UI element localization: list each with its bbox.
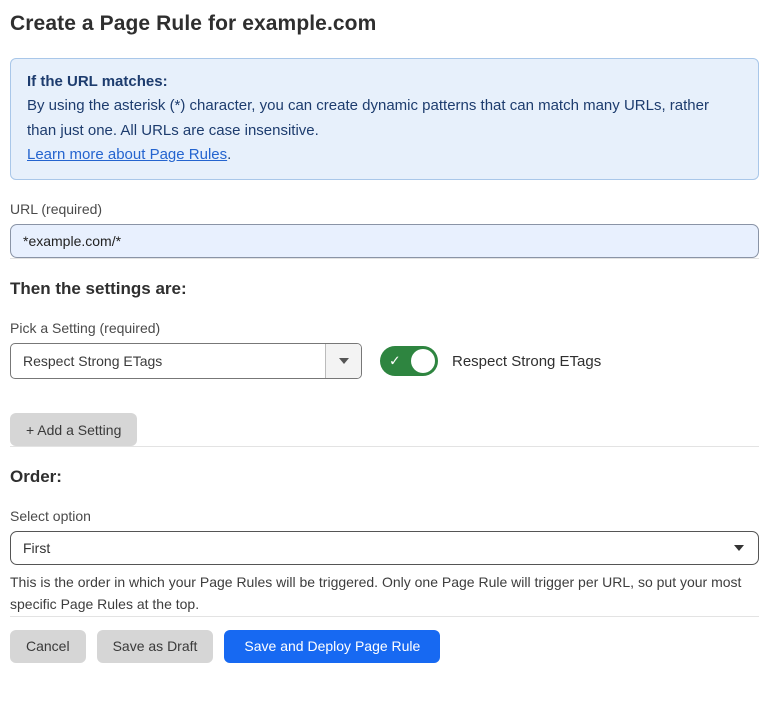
setting-select[interactable]: Respect Strong ETags xyxy=(10,343,362,379)
footer-actions: Cancel Save as Draft Save and Deploy Pag… xyxy=(10,630,759,663)
url-field-label: URL (required) xyxy=(10,201,759,217)
toggle-knob xyxy=(411,349,435,373)
link-period: . xyxy=(227,146,231,163)
setting-select-arrow-box[interactable] xyxy=(325,344,361,378)
chevron-down-icon xyxy=(734,545,744,551)
url-match-info-box: If the URL matches: By using the asteris… xyxy=(10,58,759,180)
order-section-heading: Order: xyxy=(10,467,759,487)
info-box-link-line: Learn more about Page Rules. xyxy=(27,143,742,167)
settings-section-heading: Then the settings are: xyxy=(10,279,759,299)
add-setting-button[interactable]: + Add a Setting xyxy=(10,413,137,446)
divider xyxy=(10,616,759,617)
cancel-button[interactable]: Cancel xyxy=(10,630,86,663)
check-icon: ✓ xyxy=(389,354,401,368)
pick-setting-label: Pick a Setting (required) xyxy=(10,320,759,336)
url-input[interactable] xyxy=(10,224,759,258)
order-select[interactable]: First xyxy=(10,531,759,565)
setting-select-value: Respect Strong ETags xyxy=(11,344,325,378)
page-rule-form: Create a Page Rule for example.com If th… xyxy=(0,0,769,663)
info-box-body: By using the asterisk (*) character, you… xyxy=(27,94,742,143)
setting-row: Respect Strong ETags ✓ Respect Strong ET… xyxy=(10,343,759,379)
toggle-label: Respect Strong ETags xyxy=(452,353,601,370)
order-help-text: This is the order in which your Page Rul… xyxy=(10,572,755,615)
setting-toggle[interactable]: ✓ xyxy=(380,346,438,376)
divider xyxy=(10,446,759,447)
order-select-label: Select option xyxy=(10,508,759,524)
order-select-arrow xyxy=(734,532,758,564)
learn-more-link[interactable]: Learn more about Page Rules xyxy=(27,146,227,163)
divider xyxy=(10,258,759,259)
info-box-heading: If the URL matches: xyxy=(27,70,742,94)
save-as-draft-button[interactable]: Save as Draft xyxy=(97,630,214,663)
page-title: Create a Page Rule for example.com xyxy=(10,12,759,36)
save-and-deploy-button[interactable]: Save and Deploy Page Rule xyxy=(224,630,440,663)
chevron-down-icon xyxy=(339,358,349,364)
order-select-value: First xyxy=(11,532,734,564)
